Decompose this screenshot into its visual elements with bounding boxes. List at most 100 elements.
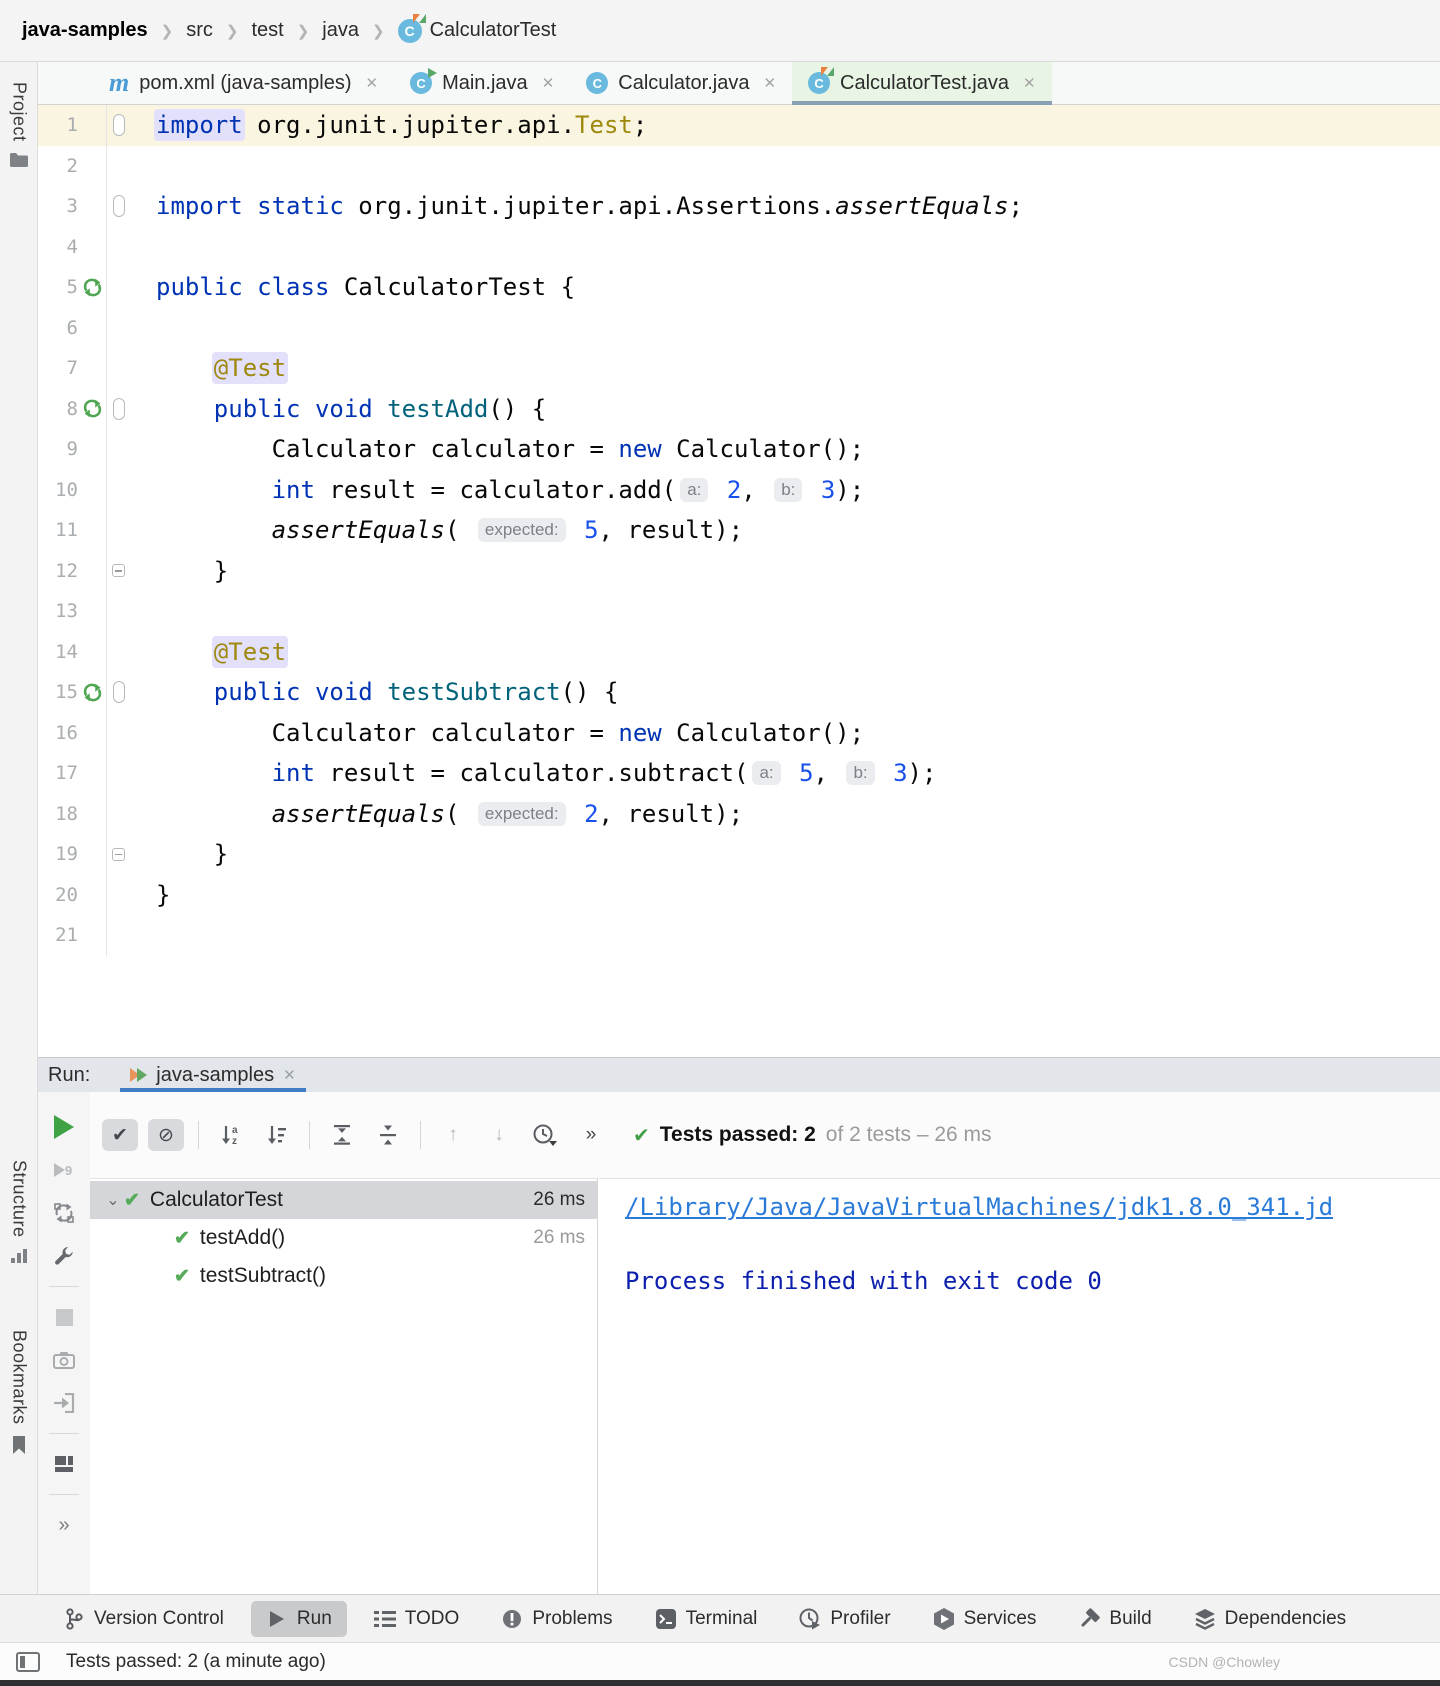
code-line[interactable]: 8 public void testAdd() {: [38, 389, 1440, 430]
code-line[interactable]: 16 Calculator calculator = new Calculato…: [38, 713, 1440, 754]
check-icon: ✔: [112, 1124, 128, 1147]
fold-marker[interactable]: [106, 105, 130, 146]
editor-tab[interactable]: mpom.xml (java-samples)✕: [93, 62, 394, 104]
breadcrumb-item[interactable]: test: [251, 19, 283, 42]
close-icon[interactable]: ✕: [542, 74, 555, 92]
code-lines: 1import org.junit.jupiter.api.Test;23imp…: [38, 105, 1440, 956]
code-line[interactable]: 21: [38, 915, 1440, 956]
run-test-gutter-button[interactable]: [78, 398, 106, 419]
run-test-gutter-button[interactable]: [78, 277, 106, 298]
fold-marker[interactable]: [106, 186, 130, 227]
bottom-bar-item-services[interactable]: Services: [918, 1601, 1052, 1637]
sort-alphabetically-button[interactable]: az: [213, 1119, 249, 1151]
toolbar-more-button[interactable]: »: [573, 1119, 609, 1151]
structure-icon: [10, 1248, 28, 1264]
code-text: @Test: [130, 632, 1440, 673]
code-text: Calculator calculator = new Calculator()…: [130, 429, 1440, 470]
bottom-bar-item-profiler[interactable]: Profiler: [784, 1601, 905, 1637]
run-test-gutter-button[interactable]: [78, 682, 106, 703]
layout-settings-button[interactable]: [51, 1451, 77, 1477]
close-icon[interactable]: ✕: [763, 74, 776, 92]
close-icon[interactable]: ✕: [283, 1066, 296, 1084]
code-line[interactable]: 13: [38, 591, 1440, 632]
fold-strip: [106, 308, 130, 349]
show-ignored-button[interactable]: ⊘: [148, 1119, 184, 1151]
code-line[interactable]: 12 }: [38, 551, 1440, 592]
code-line[interactable]: 15 public void testSubtract() {: [38, 672, 1440, 713]
code-text: [130, 308, 1440, 349]
run-console[interactable]: /Library/Java/JavaVirtualMachines/jdk1.8…: [599, 1178, 1440, 1594]
camera-icon: [53, 1351, 75, 1369]
breadcrumb-item[interactable]: java: [322, 19, 359, 42]
code-line[interactable]: 1import org.junit.jupiter.api.Test;: [38, 105, 1440, 146]
breadcrumb-label: src: [186, 19, 213, 42]
bottom-bar-item-run[interactable]: Run: [251, 1601, 347, 1637]
code-line[interactable]: 10 int result = calculator.add(a: 2, b: …: [38, 470, 1440, 511]
bottom-bar-item-version-control[interactable]: Version Control: [48, 1601, 239, 1637]
breadcrumb-item[interactable]: src: [186, 19, 213, 42]
fold-marker[interactable]: [106, 389, 130, 430]
code-text: [130, 146, 1440, 187]
close-icon[interactable]: ✕: [366, 74, 379, 92]
bottom-bar-item-dependencies[interactable]: Dependencies: [1179, 1601, 1361, 1637]
tool-window-button-bookmarks[interactable]: Bookmarks: [0, 1330, 38, 1455]
code-line[interactable]: 6: [38, 308, 1440, 349]
code-editor[interactable]: 1import org.junit.jupiter.api.Test;23imp…: [38, 105, 1440, 1057]
next-failed-button[interactable]: ↓: [481, 1119, 517, 1151]
collapse-all-button[interactable]: [370, 1119, 406, 1151]
code-line[interactable]: 19 }: [38, 834, 1440, 875]
tool-window-toggle-icon[interactable]: [16, 1652, 40, 1672]
editor-tab[interactable]: CCalculator.java✕: [570, 62, 792, 104]
test-tree-row[interactable]: ✔testSubtract(): [90, 1257, 597, 1295]
import-results-button[interactable]: [51, 1390, 77, 1416]
expand-all-button[interactable]: [324, 1119, 360, 1151]
bottom-bar-item-todo[interactable]: TODO: [359, 1601, 475, 1637]
fold-marker[interactable]: [106, 551, 130, 592]
fold-marker[interactable]: [106, 834, 130, 875]
test-tree-row[interactable]: ⌄✔CalculatorTest26 ms: [90, 1181, 597, 1219]
rerun-auto-button[interactable]: [51, 1200, 77, 1226]
rerun-button[interactable]: [51, 1114, 77, 1140]
tool-window-button-project[interactable]: Project: [0, 82, 38, 168]
close-icon[interactable]: ✕: [1023, 74, 1036, 92]
bookmark-icon: [11, 1435, 27, 1455]
test-settings-button[interactable]: [51, 1243, 77, 1269]
test-tree-row[interactable]: ✔testAdd()26 ms: [90, 1219, 597, 1257]
bottom-bar-label: Version Control: [94, 1608, 224, 1630]
fold-marker[interactable]: [106, 672, 130, 713]
bottom-bar-item-build[interactable]: Build: [1063, 1601, 1166, 1637]
jdk-path-link[interactable]: /Library/Java/JavaVirtualMachines/jdk1.8…: [625, 1193, 1333, 1221]
more-options-button[interactable]: »: [51, 1512, 77, 1538]
run-config-tab[interactable]: java-samples ✕: [120, 1058, 305, 1092]
rerun-failed-button[interactable]: 9: [51, 1157, 77, 1183]
code-line[interactable]: 4: [38, 227, 1440, 268]
code-line[interactable]: 18 assertEquals( expected: 2, result);: [38, 794, 1440, 835]
fold-strip: [106, 713, 130, 754]
thread-dump-button[interactable]: [51, 1347, 77, 1373]
tool-window-button-structure[interactable]: Structure: [0, 1160, 38, 1264]
test-history-button[interactable]: [527, 1119, 563, 1151]
stop-button[interactable]: [51, 1304, 77, 1330]
code-line[interactable]: 20}: [38, 875, 1440, 916]
sort-by-duration-button[interactable]: [259, 1119, 295, 1151]
code-line[interactable]: 7 @Test: [38, 348, 1440, 389]
sort-duration-icon: [266, 1124, 288, 1146]
code-line[interactable]: 2: [38, 146, 1440, 187]
code-line[interactable]: 5 public class CalculatorTest {: [38, 267, 1440, 308]
editor-tab-bar: mpom.xml (java-samples)✕CMain.java✕CCalc…: [38, 62, 1440, 105]
editor-tab[interactable]: CCalculatorTest.java✕: [792, 62, 1052, 104]
line-number: 6: [38, 317, 78, 339]
previous-failed-button[interactable]: ↑: [435, 1119, 471, 1151]
bottom-bar-item-terminal[interactable]: Terminal: [640, 1601, 773, 1637]
chevron-down-icon[interactable]: ⌄: [102, 1190, 124, 1210]
breadcrumb-item[interactable]: java-samples: [22, 19, 148, 42]
code-line[interactable]: 9 Calculator calculator = new Calculator…: [38, 429, 1440, 470]
code-line[interactable]: 14 @Test: [38, 632, 1440, 673]
editor-tab[interactable]: CMain.java✕: [394, 62, 570, 104]
code-line[interactable]: 17 int result = calculator.subtract(a: 5…: [38, 753, 1440, 794]
breadcrumb-item[interactable]: CCalculatorTest: [398, 19, 557, 43]
code-line[interactable]: 11 assertEquals( expected: 5, result);: [38, 510, 1440, 551]
show-passed-button[interactable]: ✔: [102, 1119, 138, 1151]
code-line[interactable]: 3import static org.junit.jupiter.api.Ass…: [38, 186, 1440, 227]
bottom-bar-item-problems[interactable]: Problems: [486, 1601, 627, 1637]
